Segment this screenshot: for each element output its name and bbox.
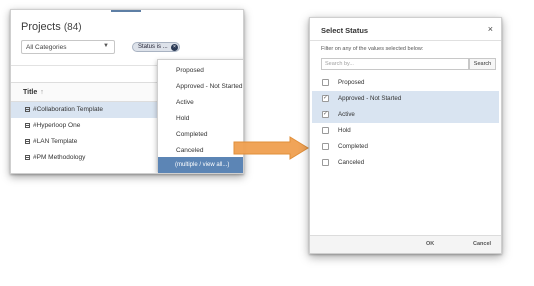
status-dropdown-menu: Proposed Approved - Not Started Active H… [157,59,243,173]
row-title[interactable]: #Collaboration Template [33,106,103,113]
search-button[interactable]: Search [469,58,496,70]
arrow-right-icon [233,136,309,160]
status-option-canceled[interactable]: Canceled [312,155,499,171]
sort-icon[interactable]: ↑ [40,89,44,96]
checkbox[interactable] [322,79,329,86]
search-input[interactable] [321,58,469,70]
dropdown-item-active[interactable]: Active [158,94,243,110]
divider [310,40,501,41]
status-option-hold[interactable]: Hold [312,123,499,139]
column-header-title-label: Title [23,89,38,96]
checkbox[interactable] [322,94,329,102]
checkbox[interactable] [322,110,329,118]
option-label: Proposed [338,79,365,86]
header-accent [111,10,141,12]
row-title[interactable]: #PM Methodology [33,154,85,161]
dialog-title: Select Status [321,26,369,35]
option-label: Hold [338,127,351,134]
status-filter-chip[interactable]: Status is ... × [132,42,180,52]
column-header-title[interactable]: Title ↑ [23,89,44,96]
ok-button[interactable]: OK [426,241,434,247]
category-select[interactable]: All Categories ▼ [21,40,115,54]
cancel-button[interactable]: Cancel [473,241,491,247]
status-option-proposed[interactable]: Proposed [312,75,499,91]
category-select-value: All Categories [26,44,67,51]
page-title: Projects (84) [21,21,82,33]
chevron-down-icon: ▼ [103,43,109,49]
close-icon[interactable]: × [171,44,178,51]
row-title[interactable]: #LAN Template [33,138,77,145]
option-label: Approved - Not Started [338,95,402,102]
document-icon [25,123,30,128]
dropdown-item-hold[interactable]: Hold [158,110,243,126]
status-option-approved-not-started[interactable]: Approved - Not Started [312,91,499,107]
dropdown-item-proposed[interactable]: Proposed [158,62,243,78]
row-title[interactable]: #Hyperloop One [33,122,80,129]
checkbox[interactable] [322,159,329,166]
dialog-hint: Filter on any of the values selected bel… [321,46,424,52]
projects-panel: Projects (84) All Categories ▼ Status is… [10,9,244,174]
option-label: Completed [338,143,368,150]
document-icon [25,107,30,112]
dialog-footer: OK Cancel [310,235,501,253]
document-icon [25,155,30,160]
checkbox[interactable] [322,143,329,150]
project-count: (84) [63,22,82,33]
status-option-active[interactable]: Active [312,107,499,123]
status-filter-chip-label: Status is ... [138,44,168,50]
checkbox[interactable] [322,127,329,134]
option-label: Canceled [338,159,365,166]
page-title-text: Projects [21,21,61,33]
option-label: Active [338,111,355,118]
status-option-completed[interactable]: Completed [312,139,499,155]
dropdown-item-approved-not-started[interactable]: Approved - Not Started [158,78,243,94]
document-icon [25,139,30,144]
select-status-dialog: Select Status × Filter on any of the val… [309,17,502,254]
close-icon[interactable]: × [488,24,493,34]
